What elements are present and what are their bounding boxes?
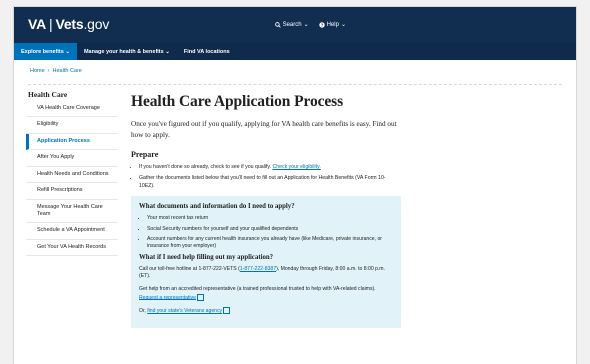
breadcrumb-separator: › [47,68,50,74]
sidebar-item-health-needs[interactable]: Health Needs and Conditions [26,167,118,184]
main-content: Health Care Application Process Once you… [131,93,401,328]
help-label: Help [326,21,339,28]
nav-find-va-locations[interactable]: Find VA locations [177,43,237,60]
logo-gov: .gov [83,16,110,32]
prepare-list: If you haven't done so already, check to… [131,164,401,191]
list-item: Social Security numbers for yourself and… [147,226,393,233]
site-logo[interactable]: VA | Vets.gov [28,16,109,32]
info-box: What documents and information do I need… [131,196,401,328]
sidebar-heading: Health Care [28,90,68,99]
prepare-heading: Prepare [131,149,159,159]
agency-pre: Or, [139,307,148,314]
list-item: Your most recent tax return [147,215,393,222]
state-agency-link[interactable]: find your state's Veterans agency [147,308,222,314]
logo-vets: Vets [55,16,84,32]
nav-item-label: Find VA locations [183,48,230,55]
representative-pre: Get help from an accredited representati… [139,285,376,292]
help-menu-button[interactable]: ? Help ⌄ [318,21,346,28]
documents-heading: What documents and information do I need… [139,203,295,211]
logo-va: VA [28,16,47,32]
agency-text: Or, find your state's Veterans agency [139,307,393,315]
sidebar-item-eligibility[interactable]: Eligibility [26,117,118,134]
documents-list: Your most recent tax return Social Secur… [139,215,393,251]
prepare-item-text: If you haven't done so already, check to… [139,163,273,170]
help-heading: What if I need help filling out my appli… [139,253,274,261]
search-icon [274,21,281,28]
chevron-down-icon: ⌄ [340,22,346,28]
hotline-phone-link[interactable]: 1-877-222-8387 [240,266,276,272]
page-frame: VA | Vets.gov Search ⌄ ? Help ⌄ Explore be… [14,7,576,364]
list-item: If you haven't done so already, check to… [139,164,401,172]
site-header: VA | Vets.gov Search ⌄ ? Help ⌄ [14,7,576,43]
sidebar-item-after-you-apply[interactable]: After You Apply [26,150,118,167]
breadcrumb-current[interactable]: Health Care [53,68,82,74]
nav-item-label: Explore benefits [21,48,64,55]
sidebar-item-health-records[interactable]: Get Your VA Health Records [26,240,118,257]
sidebar-item-schedule-appointment[interactable]: Schedule a VA Appointment [26,223,118,240]
logo-divider: | [49,16,53,32]
main-nav: Explore benefits ⌄ Manage your health & … [14,43,576,60]
divider [28,84,562,85]
chevron-down-icon: ⌄ [163,48,170,55]
nav-item-label: Manage your health & benefits [83,48,164,55]
chevron-down-icon: ⌄ [63,48,70,55]
sidebar-item-message-team[interactable]: Message Your Health Care Team [26,200,118,224]
request-representative-link[interactable]: Request a representative [139,294,196,300]
svg-text:?: ? [320,22,323,27]
nav-explore-benefits[interactable]: Explore benefits ⌄ [14,43,77,60]
breadcrumb-home[interactable]: Home [30,68,45,74]
representative-text: Get help from an accredited representati… [139,286,393,302]
sidebar-item-refill-prescriptions[interactable]: Refill Prescriptions [26,183,118,200]
help-icon: ? [318,21,325,28]
intro-text: Once you've figured out if you qualify, … [131,120,397,139]
search-menu-button[interactable]: Search ⌄ [274,21,309,28]
sidebar: Health Care VA Health Care Coverage Elig… [26,90,118,257]
hotline-pre: Call our toll-free hotline at 1-877-222-… [139,265,240,272]
chevron-down-icon: ⌄ [303,22,309,28]
nav-manage-health-benefits[interactable]: Manage your health & benefits ⌄ [77,43,177,60]
utility-menu: Search ⌄ ? Help ⌄ [274,21,346,28]
page-title: Health Care Application Process [131,93,344,110]
hotline-text: Call our toll-free hotline at 1-877-222-… [139,266,393,281]
sidebar-item-application-process[interactable]: Application Process [26,133,118,151]
breadcrumb: Home › Health Care [30,68,82,74]
sidebar-item-coverage[interactable]: VA Health Care Coverage [26,101,118,118]
external-link-icon [196,293,204,301]
list-item: Account numbers for any current health i… [147,236,393,251]
list-item: Gather the documents listed below that y… [139,175,401,190]
check-eligibility-link[interactable]: Check your eligibility. [272,164,320,170]
external-link-icon [223,307,231,315]
search-label: Search [282,21,302,28]
